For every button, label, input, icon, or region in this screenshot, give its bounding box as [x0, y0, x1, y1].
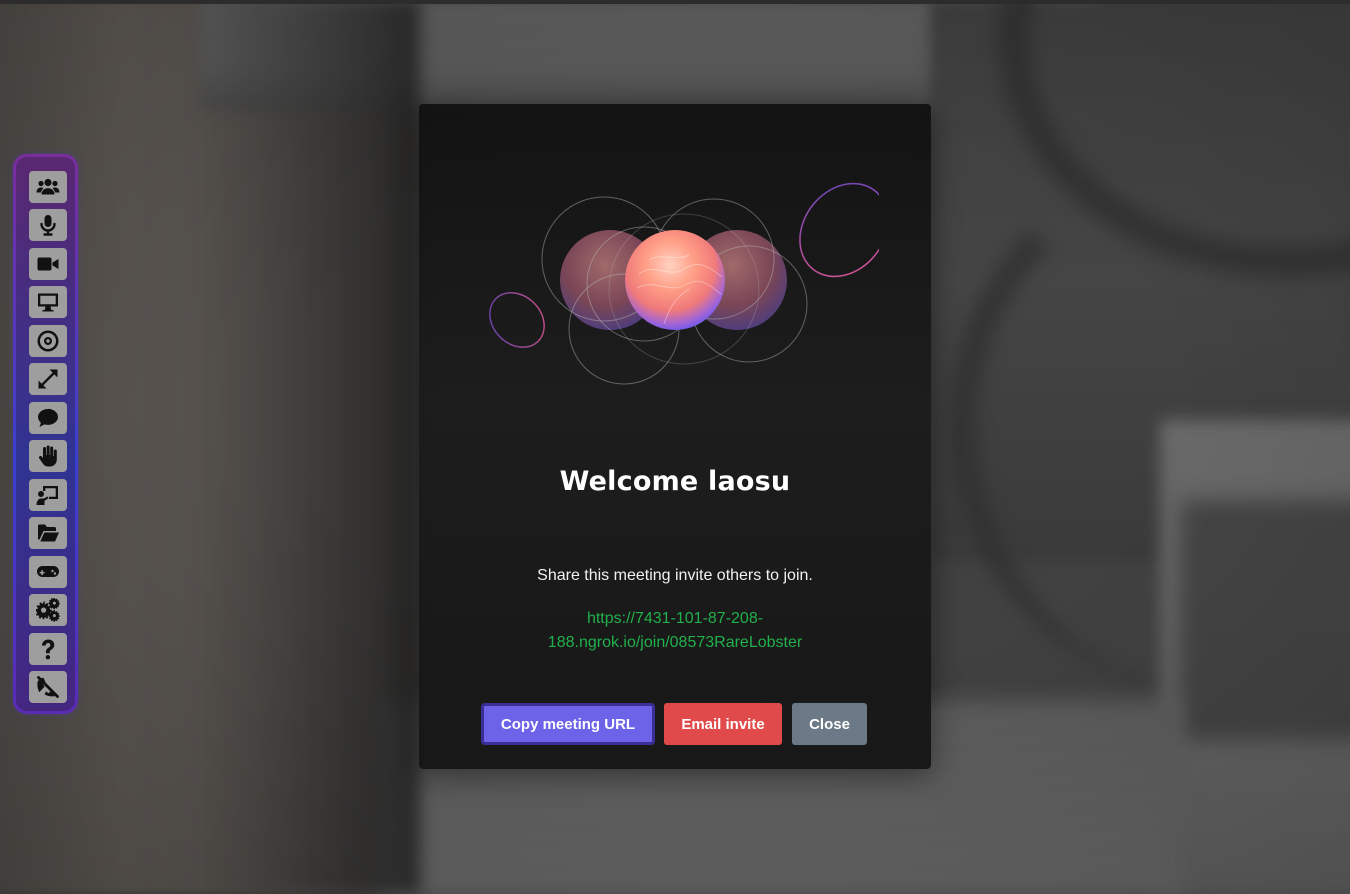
- leave-button[interactable]: [29, 671, 67, 703]
- email-invite-button[interactable]: Email invite: [664, 703, 782, 745]
- microphone-button[interactable]: [29, 209, 67, 241]
- record-button[interactable]: [29, 325, 67, 357]
- screen-share-button[interactable]: [29, 286, 67, 318]
- chat-button[interactable]: [29, 402, 67, 434]
- top-strip: [0, 0, 1350, 4]
- desktop-icon: [38, 293, 58, 312]
- microphone-icon: [40, 215, 56, 236]
- help-button[interactable]: [29, 633, 67, 665]
- copy-meeting-url-button[interactable]: Copy meeting URL: [481, 703, 655, 745]
- record-circle-icon: [37, 330, 59, 352]
- chat-bubble-icon: [38, 408, 58, 427]
- question-icon: [42, 639, 55, 660]
- fullscreen-button[interactable]: [29, 363, 67, 395]
- settings-button[interactable]: [29, 594, 67, 626]
- welcome-illustration-icon: [489, 182, 879, 385]
- hand-icon: [38, 445, 57, 467]
- users-icon: [36, 178, 60, 195]
- gears-icon: [36, 598, 60, 622]
- welcome-dialog: Welcome laosu Share this meeting invite …: [419, 104, 931, 769]
- games-button[interactable]: [29, 556, 67, 588]
- file-share-button[interactable]: [29, 517, 67, 549]
- video-camera-icon: [37, 257, 59, 271]
- whiteboard-button[interactable]: [29, 479, 67, 511]
- expand-icon: [38, 369, 58, 389]
- phone-slash-icon: [37, 676, 59, 698]
- close-button[interactable]: Close: [792, 703, 867, 745]
- participants-button[interactable]: [29, 171, 67, 203]
- raise-hand-button[interactable]: [29, 440, 67, 472]
- meeting-url-link[interactable]: https://7431-101-87-208-188.ngrok.io/joi…: [515, 607, 835, 655]
- camera-button[interactable]: [29, 248, 67, 280]
- meeting-toolbar: [13, 154, 78, 714]
- welcome-title: Welcome laosu: [559, 466, 791, 497]
- gamepad-icon: [37, 566, 59, 577]
- chalkboard-user-icon: [36, 486, 58, 505]
- invite-message: Share this meeting invite others to join…: [537, 567, 813, 584]
- folder-open-icon: [38, 524, 59, 542]
